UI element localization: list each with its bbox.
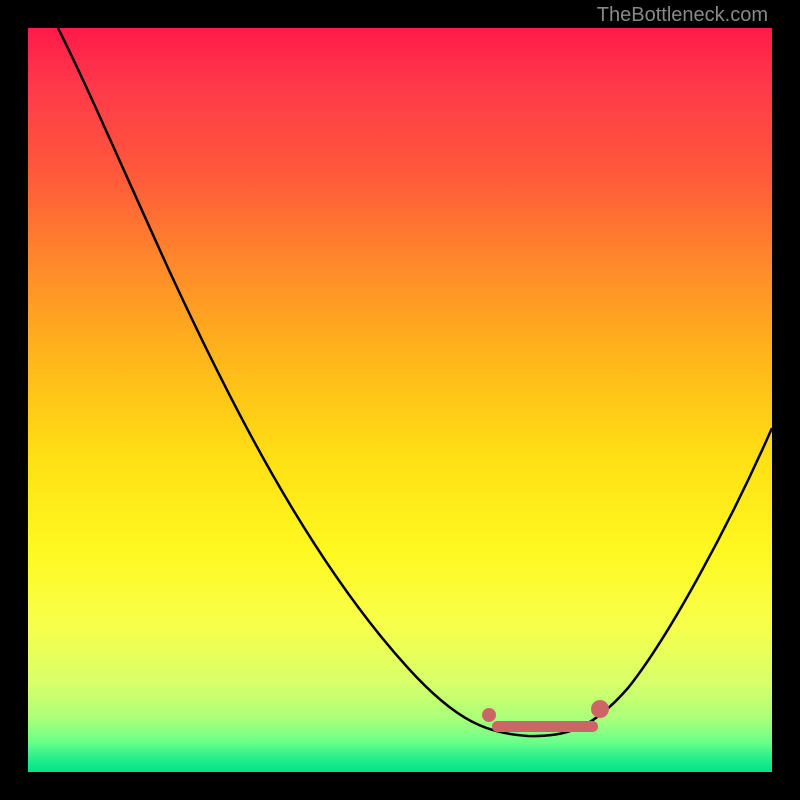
curve-path bbox=[58, 28, 772, 736]
highlight-start-dot bbox=[482, 708, 496, 722]
watermark-text: TheBottleneck.com bbox=[597, 4, 768, 27]
chart-plot-area bbox=[28, 28, 772, 772]
bottleneck-curve bbox=[28, 28, 772, 772]
highlight-range-bar bbox=[492, 721, 598, 732]
highlight-end-dot bbox=[591, 700, 609, 718]
